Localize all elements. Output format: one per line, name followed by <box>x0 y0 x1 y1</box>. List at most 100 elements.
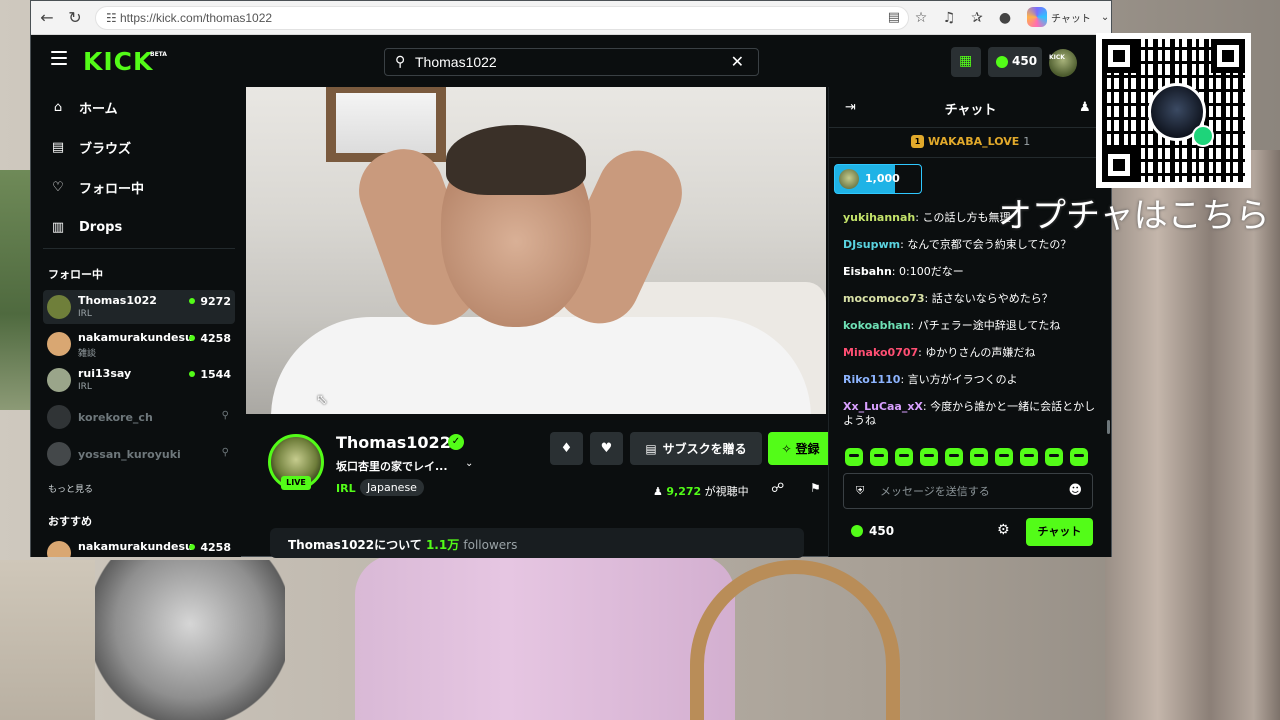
plant <box>0 170 32 410</box>
channel-category: IRL <box>78 309 92 319</box>
channel-row[interactable]: korekore_ch ⚲ <box>43 400 235 434</box>
favorite-button[interactable]: ♥ <box>590 432 623 465</box>
hair <box>446 125 586 195</box>
site-info-icon[interactable]: ☷ <box>106 11 117 25</box>
chat-username[interactable]: Minako0707 <box>843 346 918 359</box>
viewer-count: ♟ 9,272 が視聴中 <box>653 483 749 499</box>
gift-subscription-button[interactable]: ▤ サブスクを贈る <box>630 432 762 465</box>
language-tag[interactable]: Japanese <box>360 479 424 496</box>
channel-name: nakamurakundesu <box>78 331 193 344</box>
favorite-icon[interactable]: ☆ <box>911 8 931 28</box>
store-button[interactable]: ▦ <box>951 47 981 77</box>
channel-name: rui13say <box>78 367 132 380</box>
streamer-name[interactable]: Thomas1022 <box>336 433 451 452</box>
search-input[interactable] <box>415 52 715 72</box>
channel-row[interactable]: nakamurakundesu 雑談 4258 <box>43 327 235 361</box>
kick-logo[interactable]: KICK <box>83 47 153 76</box>
chat-username[interactable]: DJsupwm <box>843 238 900 251</box>
url-box[interactable]: ☷ https://kick.com/thomas1022 ▤ <box>95 6 909 30</box>
favorites-icon[interactable]: ✰ <box>967 8 987 28</box>
beta-badge: BETA <box>150 51 167 58</box>
channel-row[interactable]: Thomas1022 IRL 9272 <box>43 290 235 324</box>
reload-icon[interactable]: ↻ <box>65 8 85 28</box>
report-icon[interactable]: ⚑ <box>810 481 821 495</box>
chat-username[interactable]: kokoabhan <box>843 319 911 332</box>
clear-search-icon[interactable]: ✕ <box>731 52 744 71</box>
chat-username[interactable]: Riko1110 <box>843 373 900 386</box>
emote-icon[interactable] <box>845 448 863 466</box>
channel-row[interactable]: yossan_kuroyuki ⚲ <box>43 437 235 471</box>
search-box[interactable]: ⚲ ✕ <box>384 48 759 76</box>
divider <box>829 157 1112 158</box>
sidebar-item-following[interactable]: ♡ フォロー中 <box>51 175 144 199</box>
gifter-name: WAKABA_LOVE <box>928 135 1020 148</box>
gift-badge-icon: 1 <box>911 135 924 148</box>
shield-icon[interactable]: ⛨ <box>856 484 864 498</box>
followers-label: followers <box>463 538 518 552</box>
notification-button[interactable]: ♦ <box>550 432 583 465</box>
users-icon[interactable]: ♟ <box>1079 100 1091 115</box>
emote-icon[interactable] <box>945 448 963 466</box>
chat-kicks-balance[interactable]: 450 <box>851 524 894 538</box>
top-gifter[interactable]: 1 WAKABA_LOVE 1 <box>911 135 1030 148</box>
emote-icon[interactable] <box>1020 448 1038 466</box>
copilot-button[interactable]: チャット ⌄ <box>1027 7 1109 27</box>
sidebar-item-home[interactable]: ⌂ ホーム <box>51 95 118 119</box>
chat-username[interactable]: mocomoco73 <box>843 292 925 305</box>
qr-pattern <box>1102 39 1245 182</box>
chat-send-button[interactable]: チャット <box>1026 518 1093 546</box>
chat-text: 0:100だなー <box>899 265 964 278</box>
chat-username[interactable]: yukihannah <box>843 211 915 224</box>
emote-icon[interactable] <box>895 448 913 466</box>
chat-username[interactable]: Eisbahn <box>843 265 892 278</box>
gear-icon[interactable]: ⚙ <box>997 522 1010 538</box>
chat-input[interactable] <box>880 482 1060 500</box>
viewer-suffix: が視聴中 <box>704 485 749 498</box>
gift-amount: 1,000 <box>865 172 900 185</box>
chevron-down-icon[interactable]: ⌄ <box>465 458 473 469</box>
emote-icon[interactable] <box>870 448 888 466</box>
chat-username[interactable]: Xx_LuCaa_xX <box>843 400 923 413</box>
emote-icon[interactable] <box>920 448 938 466</box>
profile-icon[interactable]: ● <box>995 8 1015 28</box>
emoji-icon[interactable]: ☻ <box>1068 483 1082 498</box>
channel-name: nakamurakundesu <box>78 540 193 553</box>
kicks-balance-button[interactable]: 450 <box>988 47 1042 77</box>
chat-input-box[interactable]: ⛨ ☻ <box>843 473 1093 509</box>
sidebar-item-label: ブラウズ <box>79 141 132 157</box>
following-heading: フォロー中 <box>48 268 103 281</box>
avatar <box>47 332 71 356</box>
gift-pill[interactable]: 1,000 <box>834 164 922 194</box>
avatar <box>47 295 71 319</box>
channel-row[interactable]: nakamurakundesu 4258 <box>43 536 235 557</box>
divider <box>43 248 235 249</box>
video-player[interactable]: ⬁ <box>246 87 826 414</box>
verified-icon: ✓ <box>448 434 464 450</box>
share-icon[interactable]: ☍ <box>771 481 784 496</box>
sidebar-item-drops[interactable]: ▥ Drops <box>51 215 122 239</box>
hamburger-menu-icon[interactable] <box>51 51 67 65</box>
back-icon[interactable]: ← <box>37 8 57 28</box>
category-link[interactable]: IRL <box>336 482 356 495</box>
channel-category: IRL <box>78 382 92 392</box>
channel-row[interactable]: rui13say IRL 1544 <box>43 363 235 397</box>
mouse-cursor-icon: ⬁ <box>316 392 328 408</box>
reader-mode-icon[interactable]: ▤ <box>888 10 900 25</box>
stream-title: 坂口杏里の家でレイ... <box>336 460 448 473</box>
chat-message: Riko1110: 言い方がイラつくのよ <box>843 373 1018 386</box>
offline-icon: ⚲ <box>221 410 229 421</box>
chat-scrollbar[interactable] <box>1107 420 1110 434</box>
gift-subscription-label: サブスクを贈る <box>662 442 747 456</box>
emote-icon[interactable] <box>970 448 988 466</box>
avatar <box>839 169 859 189</box>
read-aloud-icon[interactable]: ♫ <box>939 8 959 28</box>
channel-name: Thomas1022 <box>78 294 157 307</box>
emote-icon[interactable] <box>1045 448 1063 466</box>
url-text: https://kick.com/thomas1022 <box>120 11 273 25</box>
divider <box>829 127 1112 128</box>
sidebar-item-browse[interactable]: ▤ ブラウズ <box>51 135 131 159</box>
follow-button[interactable]: ✧ 登録 <box>768 432 833 465</box>
emote-icon[interactable] <box>1070 448 1088 466</box>
emote-icon[interactable] <box>995 448 1013 466</box>
show-more-link[interactable]: もっと見る <box>48 482 93 495</box>
